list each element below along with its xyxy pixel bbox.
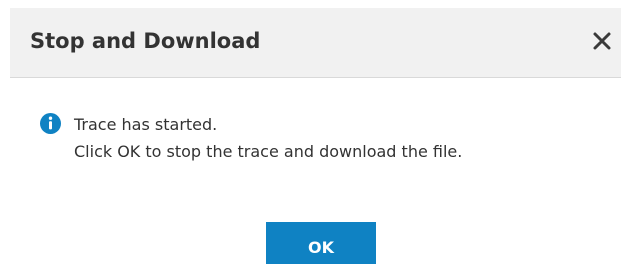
- dialog-message: Trace has started. Click OK to stop the …: [74, 111, 462, 165]
- close-icon[interactable]: [590, 29, 614, 53]
- ok-button[interactable]: OK: [266, 222, 376, 264]
- message-line-stop-instructions: Click OK to stop the trace and download …: [74, 142, 463, 161]
- dialog-title: Stop and Download: [30, 29, 261, 53]
- info-icon: [40, 113, 61, 134]
- stop-and-download-dialog: Stop and Download Trace has started. Cli…: [0, 0, 621, 264]
- dialog-header: Stop and Download: [10, 8, 621, 78]
- message-line-trace-started: Trace has started.: [74, 115, 218, 134]
